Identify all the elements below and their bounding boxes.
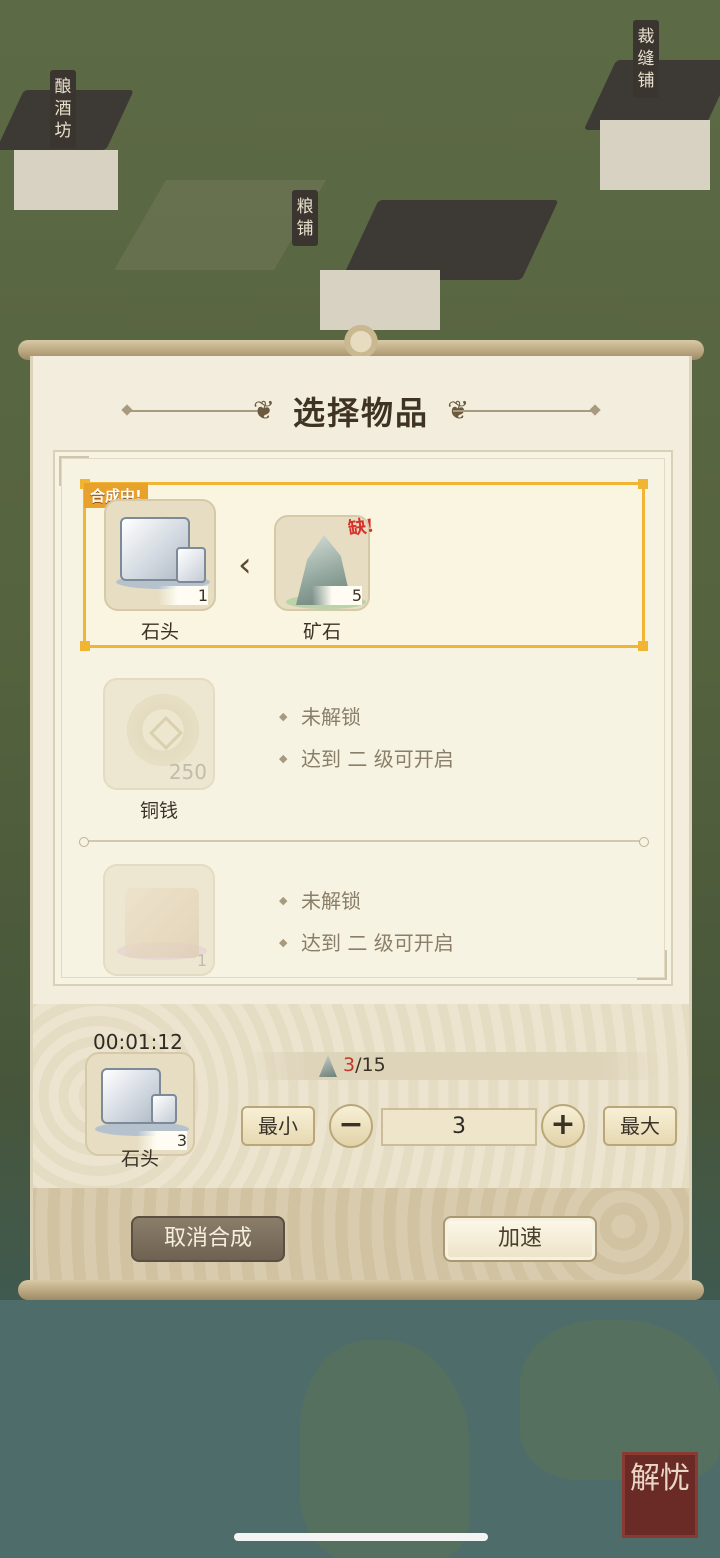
cliff bbox=[300, 1340, 470, 1558]
output-slot-coin[interactable]: 250 bbox=[103, 678, 215, 790]
row-divider bbox=[79, 837, 649, 847]
min-button[interactable]: 最小 bbox=[241, 1106, 315, 1146]
item-count: 250 bbox=[168, 760, 207, 784]
recipe-row-coin[interactable]: 250 铜钱 未解锁 达到 二 级可开启 bbox=[83, 668, 645, 828]
craft-timer: 00:01:12 bbox=[93, 1030, 183, 1054]
quantity-field[interactable]: 3 bbox=[381, 1108, 537, 1146]
material-current: 3 bbox=[343, 1054, 356, 1076]
output-slot-locked[interactable]: 1 bbox=[103, 864, 215, 976]
unlock-hint: 达到 二 级可开启 bbox=[279, 922, 454, 964]
wall bbox=[600, 120, 710, 190]
wall bbox=[14, 150, 118, 210]
title-swirl-icon: ❦ bbox=[253, 396, 275, 426]
material-progress: 3/15 bbox=[245, 1052, 663, 1080]
input-slot-ore[interactable]: 5 缺! bbox=[274, 515, 375, 611]
locked-text: 未解锁 bbox=[279, 880, 454, 922]
coin-icon bbox=[127, 694, 199, 766]
title-ornament-line bbox=[129, 410, 269, 412]
material-total: /15 bbox=[355, 1054, 386, 1076]
dialog-title: 选择物品 bbox=[292, 394, 429, 432]
decrease-button[interactable]: − bbox=[329, 1104, 373, 1148]
recipe-list[interactable]: 合成中! 1 石头 ‹ 5 缺! 矿石 250 铜钱 ◆ 未解锁 ◆ 达到 二 … bbox=[53, 450, 673, 986]
output-slot-stone[interactable]: 1 bbox=[104, 499, 216, 611]
craft-output-name: 石头 bbox=[120, 1148, 159, 1170]
item-count: 1 bbox=[157, 586, 208, 605]
item-count: 5 bbox=[311, 586, 362, 605]
cancel-craft-button[interactable]: 取消合成 bbox=[131, 1216, 285, 1262]
home-indicator[interactable] bbox=[234, 1533, 488, 1541]
item-count: 1 bbox=[196, 951, 207, 970]
scroll-rod-bottom bbox=[18, 1280, 704, 1300]
locked-text: 未解锁 bbox=[279, 696, 454, 738]
recipe-row-locked[interactable]: 1 未解锁 达到 二 级可开启 bbox=[83, 854, 645, 984]
shop-sign-grain[interactable]: 粮铺 bbox=[292, 190, 318, 246]
seal-stamp[interactable]: 解忧 bbox=[622, 1452, 698, 1538]
tofu-icon bbox=[125, 888, 199, 958]
recipe-row-stone[interactable]: 合成中! 1 石头 ‹ 5 缺! 矿石 bbox=[80, 479, 648, 651]
shop-sign-brewery[interactable]: 酿酒坊 bbox=[50, 70, 76, 148]
unlock-hint: 达到 二 级可开启 bbox=[279, 738, 454, 780]
select-item-dialog: ❦ 选择物品 ❦ 合成中! 1 石头 ‹ 5 缺! 矿石 250 铜钱 ◆ 未解… bbox=[30, 356, 692, 1284]
missing-tag: 缺! bbox=[346, 515, 376, 540]
ore-icon bbox=[319, 1055, 337, 1077]
shop-sign-tailor[interactable]: 裁缝铺 bbox=[633, 20, 659, 98]
roof bbox=[341, 200, 559, 280]
max-button[interactable]: 最大 bbox=[603, 1106, 677, 1146]
item-name: 铜钱 bbox=[139, 800, 178, 822]
crafting-panel: 00:01:12 3 石头 3/15 最小 − 3 + 最大 bbox=[33, 1004, 689, 1188]
title-ornament-dot bbox=[589, 404, 601, 416]
item-name: 石头 bbox=[140, 621, 179, 643]
arrow-left-icon: ‹ bbox=[238, 545, 252, 585]
speed-up-button[interactable]: 加速 bbox=[443, 1216, 597, 1262]
craft-output-slot[interactable]: 3 bbox=[85, 1052, 195, 1156]
dialog-footer: 取消合成 加速 bbox=[33, 1188, 689, 1284]
scroll-knot bbox=[340, 320, 382, 356]
title-ornament-line bbox=[453, 410, 593, 412]
increase-button[interactable]: + bbox=[541, 1104, 585, 1148]
dialog-header: ❦ 选择物品 ❦ bbox=[33, 386, 689, 436]
item-name: 矿石 bbox=[302, 621, 341, 643]
